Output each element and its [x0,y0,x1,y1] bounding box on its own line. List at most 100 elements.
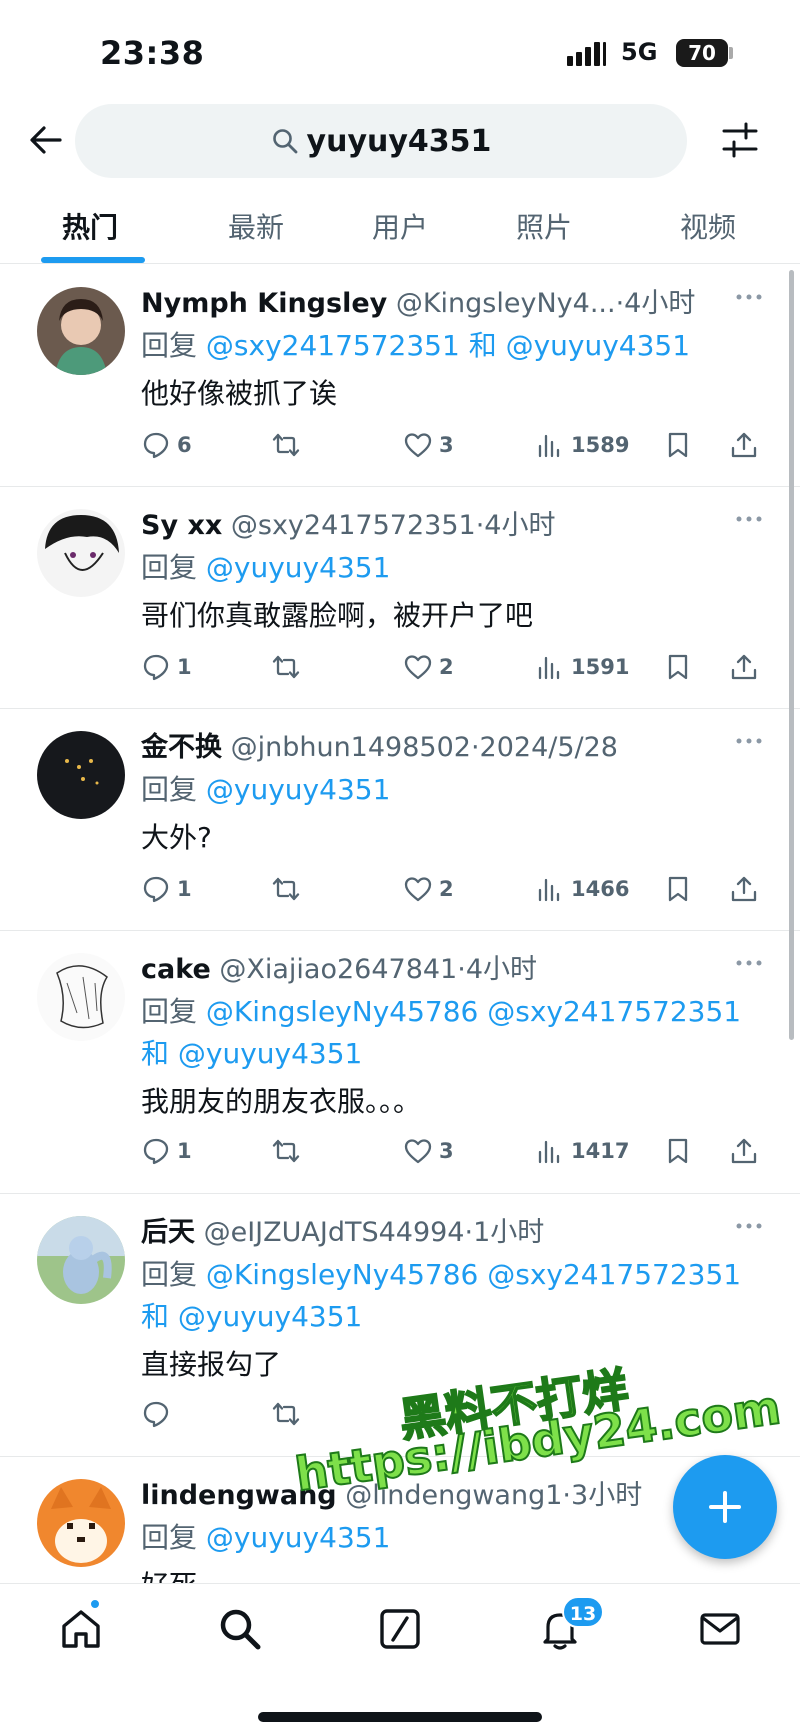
reply-button[interactable]: 1 [141,869,192,909]
avatar[interactable] [37,509,125,597]
retweet-button[interactable] [271,425,307,465]
bookmark-button[interactable] [663,869,693,909]
tweet[interactable]: 金不换 @jnbhun1498502·2024/5/28 回复 @yuyuy43… [0,709,800,931]
bookmark-button[interactable] [663,1131,693,1171]
author-name[interactable]: cake [141,954,211,985]
like-count: 3 [439,1139,454,1163]
author-handle[interactable]: @sxy2417572351 [231,510,476,541]
tab-videos[interactable]: 视频 [680,206,736,246]
mail-icon[interactable] [697,1606,743,1652]
tab-people[interactable]: 用户 [372,206,428,246]
author-name[interactable]: Sy xx [141,510,222,541]
explore-search-icon[interactable] [217,1606,263,1652]
author-name[interactable]: 金不换 [141,732,222,763]
views-icon [538,878,560,902]
retweet-button[interactable] [271,1394,307,1434]
tweet[interactable]: Nymph Kingsley @KingsleyNy4...·4小时 回复 @s… [0,265,800,487]
scrollbar[interactable] [789,270,794,1040]
share-button[interactable] [729,1131,759,1171]
home-icon[interactable] [58,1606,104,1652]
separator-dot: · [562,1480,572,1511]
tweet-text: 大外? [141,821,212,854]
back-arrow-icon[interactable] [26,120,66,160]
share-button[interactable] [729,869,759,909]
like-button[interactable]: 2 [403,647,454,687]
reply-count: 1 [177,655,192,679]
reply-mentions[interactable]: @yuyuy4351 [206,773,390,806]
bookmark-button[interactable] [663,425,693,465]
views-button[interactable]: 1417 [535,1131,629,1171]
avatar[interactable] [37,1479,125,1567]
avatar[interactable] [37,731,125,819]
compose-button[interactable] [673,1455,777,1559]
views-button[interactable]: 1591 [535,647,629,687]
tab-latest[interactable]: 最新 [228,206,284,246]
reply-mentions-cont[interactable]: 和 @yuyuy4351 [141,1300,362,1333]
author-handle[interactable]: @KingsleyNy4... [396,288,616,319]
reply-icon [143,1138,169,1165]
tweet[interactable]: Sy xx @sxy2417572351·4小时 回复 @yuyuy4351 哥… [0,487,800,709]
like-button[interactable]: 3 [403,1131,454,1171]
share-button[interactable] [729,425,759,465]
search-icon [272,129,297,154]
share-icon [731,432,757,458]
avatar[interactable] [37,953,125,1041]
reply-button[interactable]: 1 [141,647,192,687]
author-handle[interactable]: @jnbhun1498502 [231,732,471,763]
separator-dot: · [475,510,485,541]
reply-mentions-cont[interactable]: 和 @yuyuy4351 [141,1037,362,1070]
like-button[interactable]: 2 [403,869,454,909]
share-button[interactable] [729,647,759,687]
more-icon[interactable] [734,287,764,307]
tweet-time: 1小时 [473,1217,545,1248]
share-icon [731,1138,757,1164]
retweet-button[interactable] [271,1131,307,1171]
tab-top[interactable]: 热门 [62,206,118,246]
reply-button[interactable]: 1 [141,1131,192,1171]
reply-button[interactable]: 6 [141,425,192,465]
author-handle[interactable]: @eIJZUAJdTS44994 [204,1217,465,1248]
reply-icon [143,1401,169,1428]
search-input[interactable]: yuyuy4351 [75,104,687,178]
like-button[interactable]: 3 [403,425,454,465]
reply-mentions[interactable]: @sxy2417572351 和 @yuyuy4351 [206,329,690,362]
grok-icon[interactable] [377,1606,423,1652]
separator-dot: · [457,954,466,985]
more-icon[interactable] [734,1216,764,1236]
plus-icon [709,1491,741,1523]
view-count: 1466 [571,877,630,901]
reply-mentions[interactable]: @KingsleyNy45786 @sxy2417572351 [206,1258,741,1291]
avatar[interactable] [37,1216,125,1304]
reply-mentions[interactable]: @yuyuy4351 [206,1521,390,1554]
network-label: 5G [621,38,658,66]
views-button[interactable]: 1466 [535,869,629,909]
retweet-button[interactable] [271,869,307,909]
reply-mentions[interactable]: @yuyuy4351 [206,551,390,584]
views-icon [538,434,560,458]
retweet-icon [272,655,300,679]
bottom-nav: 13 [0,1583,800,1735]
avatar[interactable] [37,287,125,375]
author-name[interactable]: 后天 [141,1217,195,1248]
reply-count: 1 [177,1139,192,1163]
reply-mentions[interactable]: @KingsleyNy45786 @sxy2417572351 [206,995,741,1028]
tab-photos[interactable]: 照片 [516,206,572,246]
more-icon[interactable] [734,731,764,751]
tweet[interactable]: cake @Xiajiao2647841·4小时 回复 @KingsleyNy4… [0,931,800,1194]
retweet-button[interactable] [271,647,307,687]
author-handle[interactable]: @Xiajiao2647841 [219,954,457,985]
filter-icon[interactable] [720,120,760,160]
more-icon[interactable] [734,509,764,529]
reply-count: 6 [177,433,192,457]
reply-icon [143,876,169,903]
views-icon [538,656,560,680]
notifications-badge: 13 [562,1596,604,1628]
views-button[interactable]: 1589 [535,425,629,465]
battery-tip [729,47,733,59]
reply-button[interactable] [141,1394,177,1434]
bookmark-button[interactable] [663,647,693,687]
like-count: 3 [439,433,454,457]
more-icon[interactable] [734,953,764,973]
author-name[interactable]: Nymph Kingsley [141,288,387,319]
tweet-time: 2024/5/28 [479,732,618,763]
